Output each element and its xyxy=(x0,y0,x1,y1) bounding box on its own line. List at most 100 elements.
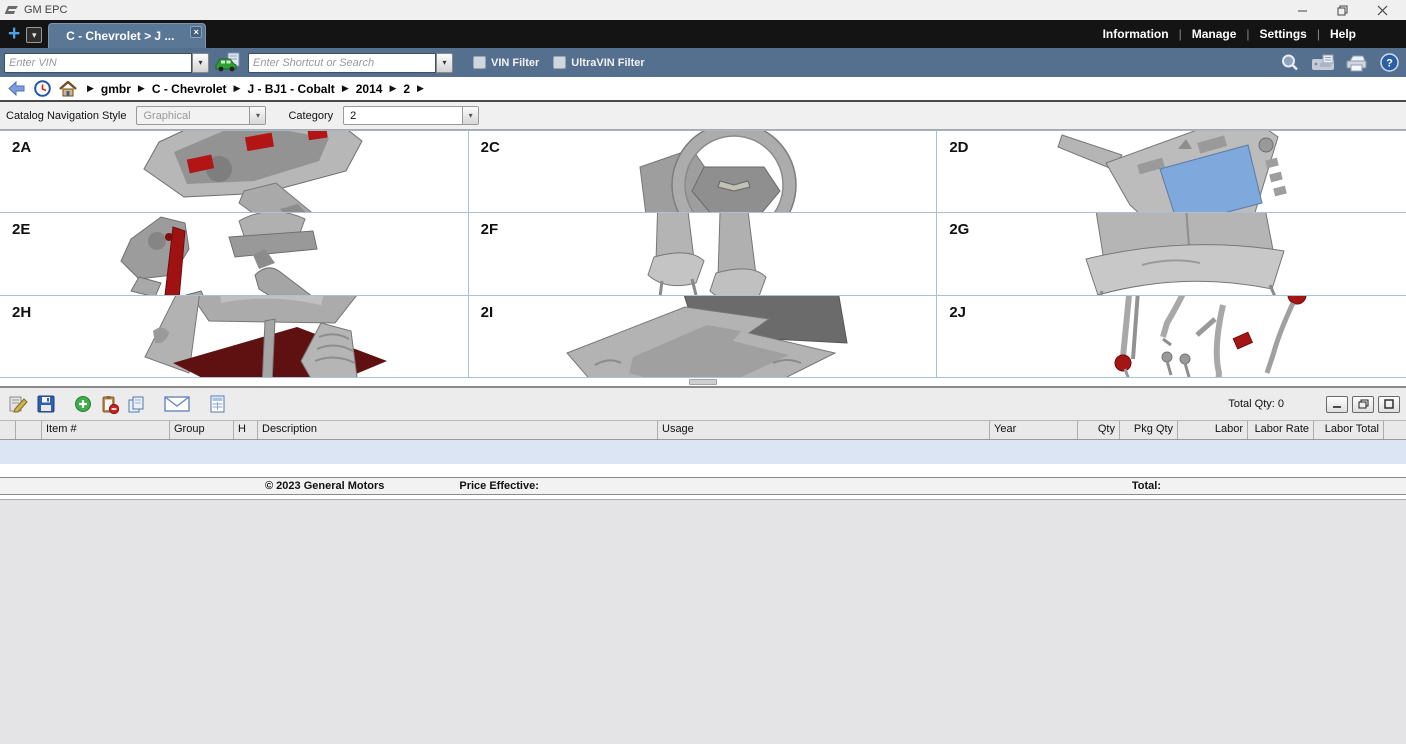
total-qty-label: Total Qty: xyxy=(1228,398,1274,410)
panel-splitter[interactable] xyxy=(0,378,1406,388)
parts-table-header: Item # Group H Description Usage Year Qt… xyxy=(0,421,1406,440)
gm-epc-logo-icon xyxy=(4,4,20,16)
breadcrumb-arrow-icon: ▶ xyxy=(342,83,349,94)
category-cell-2i[interactable]: 2I xyxy=(469,296,938,378)
ultravin-filter-checkbox[interactable]: UltraVIN Filter xyxy=(553,56,644,69)
help-icon[interactable]: ? xyxy=(1376,52,1402,74)
nav-style-select[interactable]: Graphical ▾ xyxy=(136,106,266,125)
home-icon[interactable] xyxy=(58,80,78,98)
col-row-icon xyxy=(16,421,42,439)
back-arrow-icon[interactable] xyxy=(6,80,26,98)
menu-information[interactable]: Information xyxy=(1093,27,1179,41)
col-labor-total[interactable]: Labor Total xyxy=(1314,421,1384,439)
category-cell-2f[interactable]: 2F xyxy=(469,213,938,295)
close-icon[interactable] xyxy=(1362,0,1402,20)
minimize-icon[interactable] xyxy=(1282,0,1322,20)
steering-wheel-image xyxy=(552,131,852,213)
catalog-filter-bar: Catalog Navigation Style Graphical ▾ Cat… xyxy=(0,102,1406,130)
vehicle-lookup-icon[interactable] xyxy=(215,52,241,73)
maximize-icon[interactable] xyxy=(1322,0,1362,20)
menu-help[interactable]: Help xyxy=(1320,27,1366,41)
app-menu: Information | Manage | Settings | Help xyxy=(1093,20,1400,48)
splitter-grip-icon[interactable] xyxy=(689,379,717,385)
history-clock-icon[interactable] xyxy=(32,80,52,98)
total-qty: Total Qty: 0 xyxy=(1228,398,1284,410)
category-cell-2j[interactable]: 2J xyxy=(937,296,1406,378)
menu-settings[interactable]: Settings xyxy=(1250,27,1317,41)
checkbox-icon xyxy=(553,56,566,69)
active-tab[interactable]: C - Chevrolet > J ... × xyxy=(48,23,206,48)
col-usage[interactable]: Usage xyxy=(658,421,990,439)
save-icon[interactable] xyxy=(33,392,58,416)
tab-close-icon[interactable]: × xyxy=(190,26,202,38)
col-description[interactable]: Description xyxy=(258,421,658,439)
add-item-icon[interactable] xyxy=(70,392,95,416)
col-row-selector xyxy=(0,421,16,439)
pedals-shifter-image xyxy=(69,213,399,295)
col-labor-rate[interactable]: Labor Rate xyxy=(1248,421,1314,439)
status-strip xyxy=(0,499,1406,744)
panel-maximize-icon[interactable] xyxy=(1378,396,1400,413)
panel-restore-icon[interactable] xyxy=(1352,396,1374,413)
category-value: 2 xyxy=(344,110,462,122)
category-cell-label: 2J xyxy=(949,304,966,321)
remove-item-icon[interactable] xyxy=(97,392,122,416)
email-icon[interactable] xyxy=(161,392,193,416)
category-cell-2h[interactable]: 2H xyxy=(0,296,469,378)
breadcrumb-item-catalog[interactable]: gmbr xyxy=(101,82,131,96)
col-year[interactable]: Year xyxy=(990,421,1078,439)
parts-toolbar: Total Qty: 0 xyxy=(0,388,1406,421)
panel-minimize-icon[interactable] xyxy=(1326,396,1348,413)
rear-seat-image xyxy=(1022,213,1322,295)
front-seats-image xyxy=(552,213,852,295)
report-edit-icon[interactable] xyxy=(6,392,31,416)
price-effective-label: Price Effective: xyxy=(459,480,538,492)
col-labor[interactable]: Labor xyxy=(1178,421,1248,439)
col-pkg-qty[interactable]: Pkg Qty xyxy=(1120,421,1178,439)
category-cell-2d[interactable]: 2D xyxy=(937,131,1406,213)
category-cell-2e[interactable]: 2E xyxy=(0,213,469,295)
chevron-down-icon: ▾ xyxy=(442,58,446,67)
parts-table-empty-row[interactable] xyxy=(0,440,1406,464)
category-select[interactable]: 2 ▾ xyxy=(343,106,479,125)
vin-input[interactable] xyxy=(4,53,192,73)
breadcrumb-item-model[interactable]: J - BJ1 - Cobalt xyxy=(247,82,334,96)
checkbox-icon xyxy=(473,56,486,69)
breadcrumb-arrow-icon: ▶ xyxy=(234,83,241,94)
vin-history-dropdown-button[interactable]: ▾ xyxy=(192,53,209,73)
tab-bar: + ▾ C - Chevrolet > J ... × Information … xyxy=(0,20,1406,48)
col-qty[interactable]: Qty xyxy=(1078,421,1120,439)
col-group[interactable]: Group xyxy=(170,421,234,439)
breadcrumb-item-year[interactable]: 2014 xyxy=(356,82,383,96)
vin-filter-checkbox[interactable]: VIN Filter xyxy=(473,56,539,69)
category-cell-label: 2D xyxy=(949,139,968,156)
category-grid: 2A 2C xyxy=(0,130,1406,378)
category-cell-2a[interactable]: 2A xyxy=(0,131,469,213)
category-cell-label: 2I xyxy=(481,304,494,321)
menu-manage[interactable]: Manage xyxy=(1182,27,1247,41)
vin-filter-label: VIN Filter xyxy=(491,57,539,69)
search-icon[interactable] xyxy=(1277,52,1303,74)
category-cell-2c[interactable]: 2C xyxy=(469,131,938,213)
print-icon[interactable] xyxy=(1343,52,1369,74)
price-table-icon[interactable] xyxy=(205,392,230,416)
nav-style-label: Catalog Navigation Style xyxy=(6,110,126,122)
col-h[interactable]: H xyxy=(234,421,258,439)
breadcrumb-item-group[interactable]: 2 xyxy=(403,82,410,96)
search-history-dropdown-button[interactable]: ▾ xyxy=(436,53,453,73)
col-item-number[interactable]: Item # xyxy=(42,421,170,439)
chevron-down-icon: ▾ xyxy=(462,107,478,124)
category-cell-2g[interactable]: 2G xyxy=(937,213,1406,295)
search-input[interactable] xyxy=(248,53,436,73)
tab-list-dropdown-button[interactable]: ▾ xyxy=(26,27,42,43)
copy-icon[interactable] xyxy=(124,392,149,416)
new-tab-button[interactable]: + xyxy=(4,22,26,48)
svg-text:?: ? xyxy=(1386,58,1393,70)
instrument-panel-image xyxy=(84,131,384,213)
chevron-down-icon: ▾ xyxy=(198,58,202,67)
fax-icon[interactable] xyxy=(1310,52,1336,74)
parts-table-body xyxy=(0,464,1406,477)
window-title: GM EPC xyxy=(24,4,67,16)
total-qty-value: 0 xyxy=(1278,398,1284,410)
breadcrumb-item-make[interactable]: C - Chevrolet xyxy=(152,82,227,96)
